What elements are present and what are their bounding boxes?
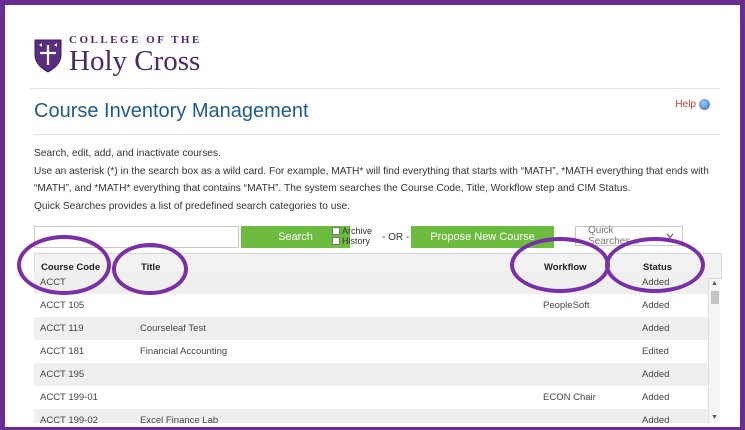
quick-searches-value: Quick Searches... xyxy=(588,225,639,247)
instructions-line-1: Search, edit, add, and inactivate course… xyxy=(34,148,221,159)
cell-status: Added xyxy=(642,392,670,403)
scroll-up-arrow-icon[interactable]: ▲ xyxy=(711,280,718,287)
or-separator: - OR - xyxy=(382,232,410,243)
college-logo[interactable]: COLLEGE OF THE Holy Cross xyxy=(33,27,202,83)
chevron-down-icon xyxy=(666,233,674,239)
cell-status: Added xyxy=(642,277,670,288)
scrollbar-thumb[interactable] xyxy=(711,291,719,304)
cell-title: Excel Finance Lab xyxy=(140,415,219,423)
logo-line-1: COLLEGE OF THE xyxy=(69,33,202,46)
table-row[interactable]: ACCT 195 Added xyxy=(34,363,708,386)
logo-line-2: Holy Cross xyxy=(69,44,201,77)
cell-course-code: ACCT 199-01 xyxy=(40,392,98,403)
search-input[interactable] xyxy=(34,226,239,248)
instructions: Search, edit, add, and inactivate course… xyxy=(34,145,724,215)
propose-new-course-button[interactable]: Propose New Course xyxy=(411,226,554,248)
crest-icon xyxy=(34,39,62,73)
archive-checkbox[interactable] xyxy=(332,227,340,235)
page-frame: COLLEGE OF THE Holy Cross Course Invento… xyxy=(0,0,745,430)
cell-status: Added xyxy=(642,415,670,423)
cell-course-code: ACCT 105 xyxy=(40,300,85,311)
table-row[interactable]: ACCT 105 PeopleSoft Added xyxy=(34,294,708,317)
help-label: Help xyxy=(675,99,696,110)
table-scrollbar[interactable]: ▲ ▼ xyxy=(708,279,720,423)
table-body: ACCT Added ACCT 105 PeopleSoft Added ACC… xyxy=(34,271,708,423)
cell-course-code: ACCT 119 xyxy=(40,323,84,334)
search-toolbar: Search Archive History - OR - Propose Ne… xyxy=(34,225,714,249)
quick-searches-select[interactable]: Quick Searches... xyxy=(575,225,683,247)
cell-status: Added xyxy=(642,300,670,311)
history-label: History xyxy=(342,236,371,246)
cell-status: Edited xyxy=(642,346,669,357)
cell-title: Financial Accounting xyxy=(140,346,228,357)
instructions-line-2: Use an asterisk (*) in the search box as… xyxy=(34,165,709,195)
cell-course-code: ACCT 181 xyxy=(40,346,85,357)
cell-workflow: PeopleSoft xyxy=(543,300,590,311)
title-divider xyxy=(34,134,720,135)
archive-option[interactable]: Archive xyxy=(332,226,372,236)
page-title: Course Inventory Management xyxy=(34,100,309,122)
table-row[interactable]: ACCT Added xyxy=(34,271,708,294)
cell-course-code: ACCT xyxy=(40,277,66,288)
help-link[interactable]: Help xyxy=(675,99,710,110)
history-checkbox[interactable] xyxy=(332,237,340,245)
cell-course-code: ACCT 199-02 xyxy=(40,415,98,423)
cell-workflow: ECON Chair xyxy=(543,392,596,403)
search-options: Archive History xyxy=(332,226,372,246)
course-table: Course Code Title Workflow Status ACCT A… xyxy=(34,253,722,423)
history-option[interactable]: History xyxy=(332,236,372,246)
archive-label: Archive xyxy=(342,226,373,236)
header-divider xyxy=(30,88,720,89)
cell-title: Courseleaf Test xyxy=(140,323,206,334)
help-icon xyxy=(699,99,710,110)
cell-status: Added xyxy=(642,369,670,380)
cell-status: Added xyxy=(642,323,670,334)
table-row[interactable]: ACCT 199-01 ECON Chair Added xyxy=(34,386,708,409)
instructions-line-3: Quick Searches provides a list of predef… xyxy=(34,200,350,212)
table-row[interactable]: ACCT 181 Financial Accounting Edited xyxy=(34,340,708,363)
table-row[interactable]: ACCT 199-02 Excel Finance Lab Added xyxy=(34,409,708,423)
table-row[interactable]: ACCT 119 Courseleaf Test Added xyxy=(34,317,708,340)
cell-course-code: ACCT 195 xyxy=(40,369,85,380)
scroll-down-arrow-icon[interactable]: ▼ xyxy=(711,414,718,421)
